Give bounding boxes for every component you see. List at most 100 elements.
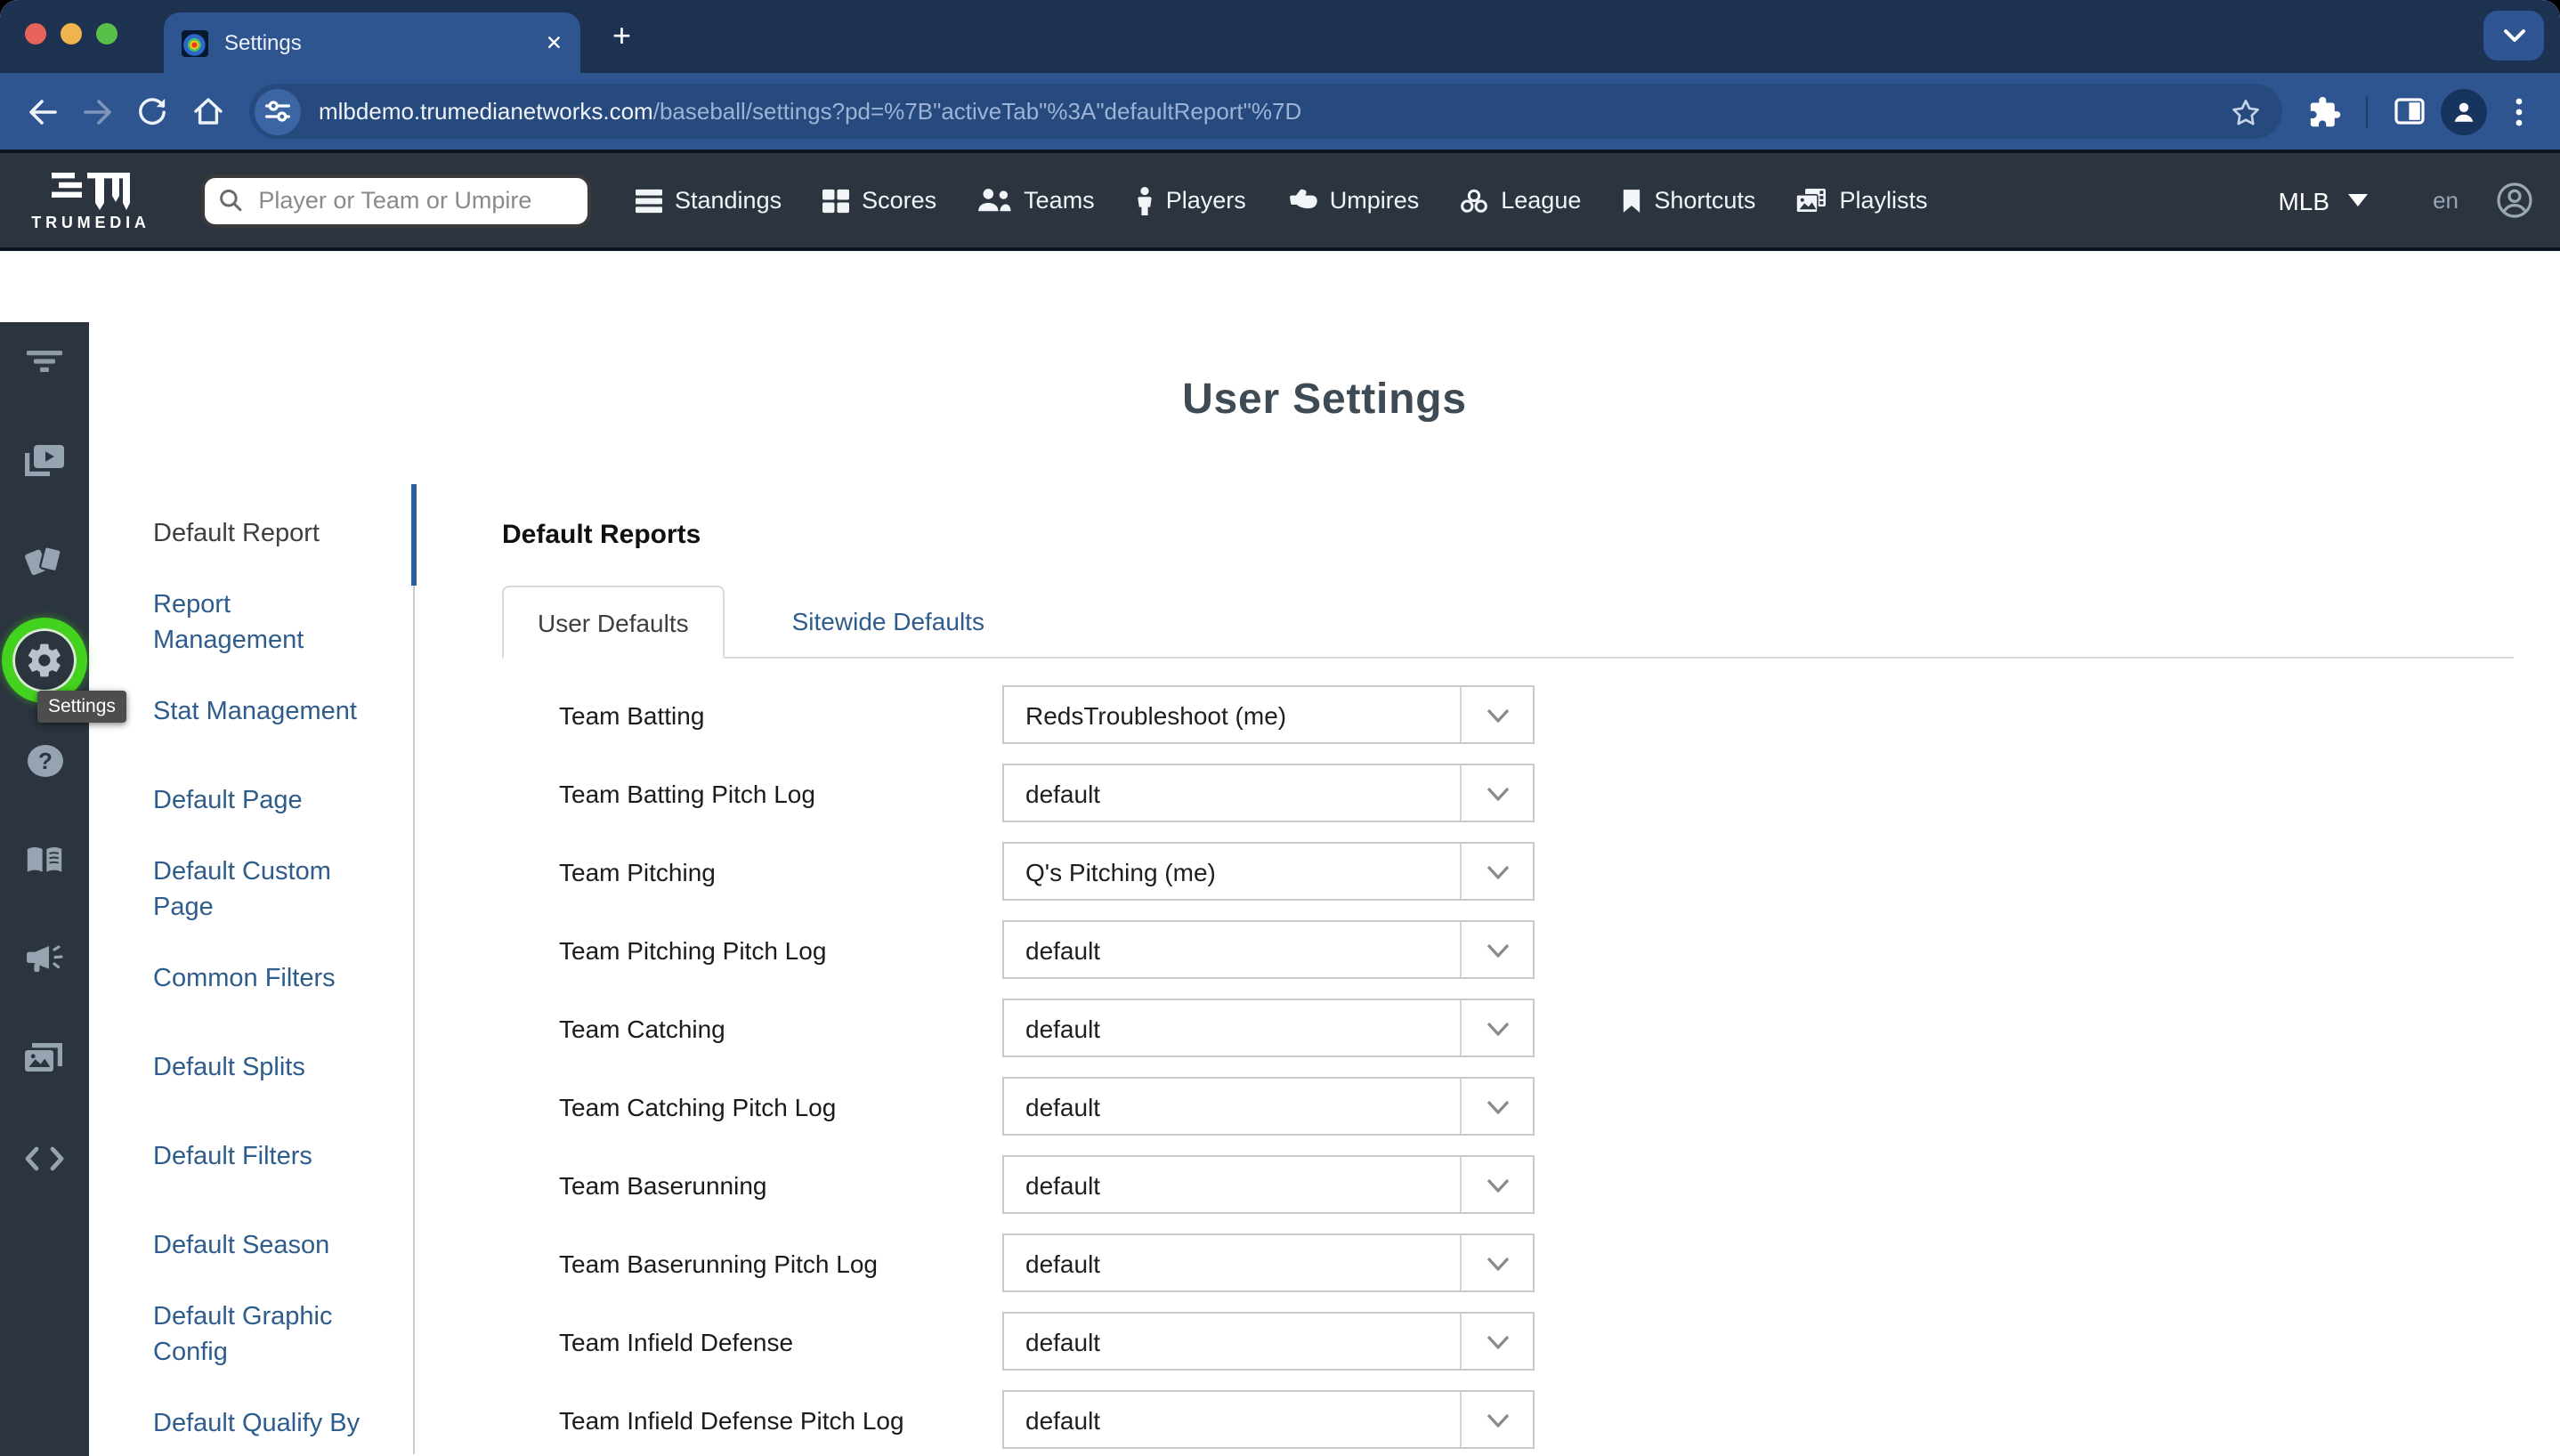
minimize-window-button[interactable] xyxy=(61,23,82,44)
chevron-down-icon xyxy=(1486,864,1509,878)
reload-button[interactable] xyxy=(128,87,176,135)
nav-item-standings[interactable]: Standings xyxy=(636,187,782,214)
browser-tab-settings[interactable]: Settings ✕ xyxy=(164,12,580,73)
scores-icon xyxy=(822,188,849,213)
select-value: default xyxy=(1004,1000,1460,1056)
row-label: Team Pitching Pitch Log xyxy=(559,935,1002,964)
rail-item-settings[interactable] xyxy=(12,628,77,692)
tab-sitewide-defaults[interactable]: Sitewide Defaults xyxy=(760,584,1017,657)
app-nav-bar: TRUMEDIA Standings Scores Teams Players xyxy=(0,153,2560,247)
menu-item-stat-management[interactable]: Stat Management xyxy=(89,667,413,756)
menu-item-common-filters[interactable]: Common Filters xyxy=(89,934,413,1023)
nav-label: Umpires xyxy=(1330,187,1420,214)
form-row-team-catching: Team Catching default xyxy=(502,999,2560,1057)
team-pitching-pitch-log-select[interactable]: default xyxy=(1002,920,1535,979)
browser-profile-button[interactable] xyxy=(2441,88,2487,134)
team-batting-pitch-log-select[interactable]: default xyxy=(1002,764,1535,822)
browser-menu-button[interactable] xyxy=(2494,87,2542,135)
url-text: mlbdemo.trumedianetworks.com/baseball/se… xyxy=(319,98,2225,125)
nav-item-umpires[interactable]: Umpires xyxy=(1287,187,1420,214)
icon-rail: ? xyxy=(0,322,89,1456)
megaphone-icon xyxy=(25,944,64,975)
nav-item-league[interactable]: League xyxy=(1460,187,1581,214)
gallery-icon xyxy=(25,1043,64,1075)
tab-close-icon[interactable]: ✕ xyxy=(546,30,563,55)
team-catching-select[interactable]: default xyxy=(1002,999,1535,1057)
row-label: Team Catching Pitch Log xyxy=(559,1092,1002,1120)
team-baserunning-pitch-log-select[interactable]: default xyxy=(1002,1234,1535,1292)
nav-item-players[interactable]: Players xyxy=(1136,186,1246,214)
select-value: default xyxy=(1004,922,1460,977)
zoom-window-button[interactable] xyxy=(96,23,117,44)
close-window-button[interactable] xyxy=(25,23,46,44)
side-panel-button[interactable] xyxy=(2386,87,2434,135)
menu-item-default-graphic-config[interactable]: Default Graphic Config xyxy=(89,1290,413,1379)
default-reports-panel: Default Reports User Defaults Sitewide D… xyxy=(415,484,2560,1454)
back-arrow-icon xyxy=(26,97,58,125)
players-icon xyxy=(1136,186,1154,214)
rail-item-gallery[interactable] xyxy=(12,1027,77,1091)
browser-toolbar: mlbdemo.trumedianetworks.com/baseball/se… xyxy=(0,73,2560,150)
rail-item-cards[interactable] xyxy=(12,529,77,593)
row-label: Team Baserunning Pitch Log xyxy=(559,1249,1002,1277)
caret-down-icon xyxy=(2347,194,2367,206)
team-catching-pitch-log-select[interactable]: default xyxy=(1002,1077,1535,1136)
section-title: Default Reports xyxy=(502,489,2560,578)
menu-item-default-custom-page[interactable]: Default Custom Page xyxy=(89,845,413,934)
code-icon xyxy=(25,1146,64,1171)
rail-item-glossary[interactable] xyxy=(12,828,77,892)
form-row-team-catching-pitch-log: Team Catching Pitch Log default xyxy=(502,1077,2560,1136)
team-baserunning-select[interactable]: default xyxy=(1002,1155,1535,1214)
menu-item-default-filters[interactable]: Default Filters xyxy=(89,1112,413,1201)
menu-item-default-season[interactable]: Default Season xyxy=(89,1201,413,1290)
team-batting-select[interactable]: RedsTroubleshoot (me) xyxy=(1002,685,1535,744)
nav-item-teams[interactable]: Teams xyxy=(977,187,1095,214)
form-row-team-batting: Team Batting RedsTroubleshoot (me) xyxy=(502,685,2560,744)
menu-item-default-page[interactable]: Default Page xyxy=(89,756,413,845)
back-button[interactable] xyxy=(18,87,66,135)
rail-item-filter[interactable] xyxy=(12,329,77,393)
bookmark-button[interactable] xyxy=(2225,87,2264,135)
settings-gear-icon xyxy=(25,641,64,680)
new-tab-button[interactable]: + xyxy=(612,18,631,55)
global-search[interactable] xyxy=(201,174,591,227)
rail-item-video-library[interactable] xyxy=(12,429,77,493)
team-infield-defense-select[interactable]: default xyxy=(1002,1312,1535,1371)
trumedia-logo[interactable]: TRUMEDIA xyxy=(0,170,182,231)
rail-item-help[interactable]: ? xyxy=(12,728,77,792)
search-input[interactable] xyxy=(255,185,573,215)
teams-icon xyxy=(977,189,1011,212)
form-row-team-batting-pitch-log: Team Batting Pitch Log default xyxy=(502,764,2560,822)
rail-item-announcements[interactable] xyxy=(12,927,77,991)
league-selector-value: MLB xyxy=(2278,186,2329,214)
forward-button[interactable] xyxy=(73,87,121,135)
nav-item-scores[interactable]: Scores xyxy=(822,187,936,214)
team-pitching-select[interactable]: Q's Pitching (me) xyxy=(1002,842,1535,901)
nav-item-playlists[interactable]: Playlists xyxy=(1796,187,1927,214)
menu-item-report-management[interactable]: Report Management xyxy=(89,578,413,667)
address-bar[interactable]: mlbdemo.trumedianetworks.com/baseball/se… xyxy=(249,84,2282,139)
rail-item-embed[interactable] xyxy=(12,1127,77,1191)
league-selector[interactable]: MLB xyxy=(2278,186,2367,214)
default-report-rows: Team Batting RedsTroubleshoot (me) Team … xyxy=(502,685,2560,1449)
nav-right-controls: MLB en xyxy=(2278,182,2560,219)
nav-item-shortcuts[interactable]: Shortcuts xyxy=(1622,187,1755,214)
chevron-down-icon xyxy=(1486,942,1509,957)
menu-item-default-splits[interactable]: Default Splits xyxy=(89,1023,413,1112)
locale-label[interactable]: en xyxy=(2433,187,2459,214)
playlists-icon xyxy=(1796,188,1827,213)
account-button[interactable] xyxy=(2496,182,2533,219)
menu-item-default-qualify-by[interactable]: Default Qualify By xyxy=(89,1379,413,1456)
team-infield-defense-pitch-log-select[interactable]: default xyxy=(1002,1390,1535,1449)
form-row-team-pitching-pitch-log: Team Pitching Pitch Log default xyxy=(502,920,2560,979)
home-button[interactable] xyxy=(183,87,231,135)
row-label: Team Infield Defense xyxy=(559,1327,1002,1355)
chevron-down-icon xyxy=(1486,786,1509,800)
site-settings-button[interactable] xyxy=(255,88,301,134)
reload-icon xyxy=(137,96,167,126)
tab-search-button[interactable] xyxy=(2483,11,2544,61)
menu-item-default-report[interactable]: Default Report xyxy=(89,489,413,578)
extensions-button[interactable] xyxy=(2300,87,2348,135)
brand-name: TRUMEDIA xyxy=(31,213,150,231)
tab-user-defaults[interactable]: User Defaults xyxy=(502,586,725,659)
